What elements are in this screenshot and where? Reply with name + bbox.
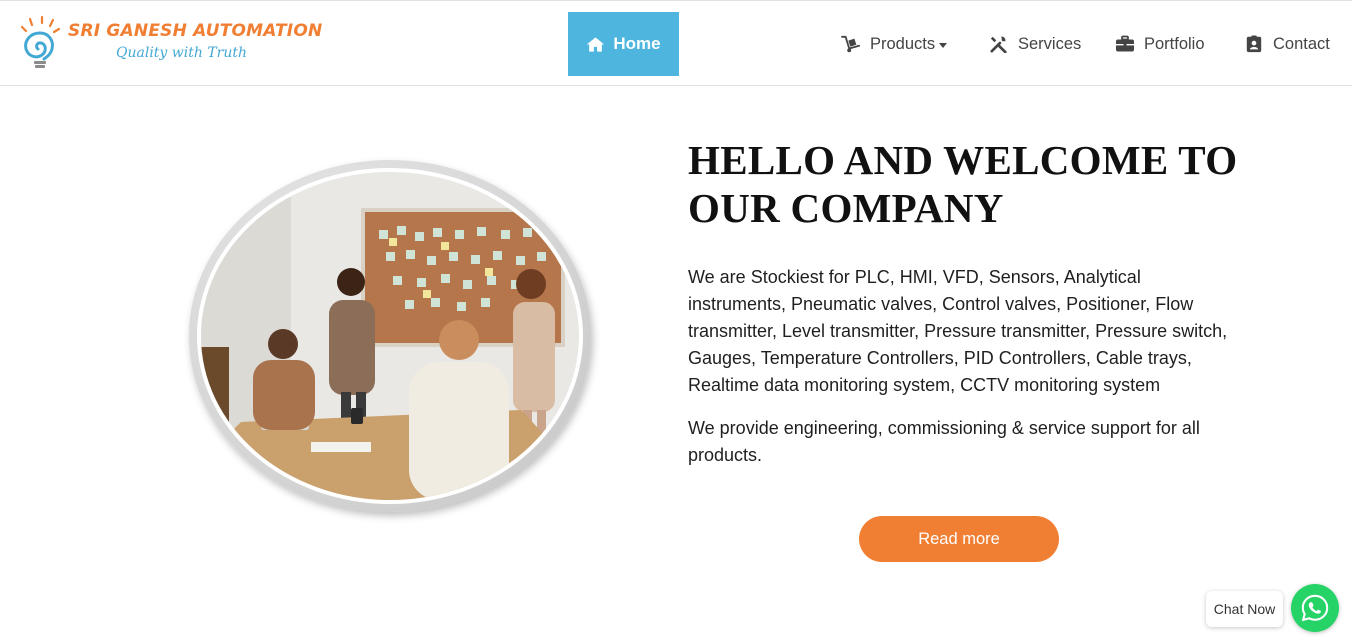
whatsapp-icon <box>1301 594 1329 622</box>
brand-name: SRI GANESH AUTOMATION <box>68 21 323 41</box>
whatsapp-chat-button[interactable] <box>1291 584 1339 632</box>
read-more-button[interactable]: Read more <box>859 516 1059 562</box>
office-meeting-illustration <box>201 172 579 500</box>
brand-tagline: Quality with Truth <box>116 45 248 61</box>
hero-paragraph-services: We provide engineering, commissioning & … <box>688 418 1200 465</box>
nav-services-label: Services <box>1018 34 1082 53</box>
hero-image-frame <box>189 160 591 512</box>
nav-products[interactable]: Products <box>841 31 948 57</box>
chat-now-label[interactable]: Chat Now <box>1206 591 1283 627</box>
nav-portfolio[interactable]: Portfolio <box>1115 31 1205 57</box>
logo-bulb-icon <box>20 15 61 68</box>
id-badge-icon <box>1246 35 1262 53</box>
nav-home-label: Home <box>613 34 661 53</box>
nav-services[interactable]: Services <box>989 31 1081 57</box>
hero-title-line2: OUR COMPANY <box>688 185 1004 231</box>
hero-image-border <box>197 168 583 504</box>
hero-paragraph-products: We are Stockiest for PLC, HMI, VFD, Sens… <box>688 267 1228 395</box>
nav-products-label: Products <box>870 34 936 53</box>
home-icon <box>587 36 605 52</box>
hero-photo <box>201 172 579 500</box>
chevron-down-icon <box>939 42 948 48</box>
site-header: SRI GANESH AUTOMATION Quality with Truth… <box>0 0 1352 86</box>
nav-contact-label: Contact <box>1273 34 1330 53</box>
nav-portfolio-label: Portfolio <box>1144 34 1205 53</box>
hero-title: HELLO AND WELCOME TO OUR COMPANY <box>688 136 1288 232</box>
hero-title-line1: HELLO AND WELCOME TO <box>688 137 1238 183</box>
nav-home[interactable]: Home <box>568 12 679 76</box>
nav-contact[interactable]: Contact <box>1244 31 1330 57</box>
tools-icon <box>990 36 1007 53</box>
hand-truck-icon <box>841 35 860 53</box>
brand-logo[interactable]: SRI GANESH AUTOMATION Quality with Truth <box>16 15 322 73</box>
briefcase-icon <box>1116 35 1134 52</box>
